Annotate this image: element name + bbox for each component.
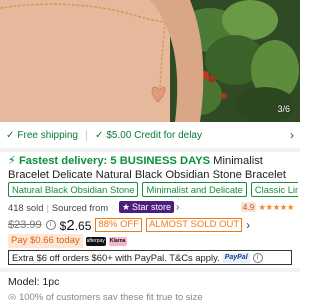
- afterpay-logo: afterpay: [85, 236, 106, 246]
- fit-note: ◎ 100% of customers say these fit true t…: [8, 292, 203, 300]
- price-row: $23.99 i $2.65 88% OFF ALMOST SOLD OUT ›: [8, 217, 298, 234]
- fit-text: 100% of customers say these fit true to …: [18, 292, 203, 300]
- star-store-badge[interactable]: ★ Star store: [118, 201, 175, 213]
- shipping-strip[interactable]: ✓ Free shipping ✓ $5.00 Credit for delay…: [0, 126, 300, 144]
- price-integer: 2: [66, 216, 75, 234]
- info-icon[interactable]: i: [252, 252, 263, 263]
- sales-meta: 418 sold | Sourced from ◌ ★ Star store ›…: [8, 200, 294, 214]
- feature-tags: Natural Black Obsidian Stone Minimalist …: [8, 182, 298, 198]
- info-icon[interactable]: i: [45, 220, 56, 230]
- fit-icon: ◎: [8, 292, 17, 300]
- section-divider: [0, 268, 300, 272]
- chevron-right-icon[interactable]: ›: [290, 128, 294, 142]
- free-shipping-label: Free shipping: [17, 129, 78, 141]
- check-icon: ✓: [94, 129, 104, 141]
- product-photo: [0, 0, 300, 122]
- discount-badge: 88% OFF: [95, 218, 143, 232]
- product-title: ⚡ Fastest delivery: 5 BUSINESS DAYS Mini…: [8, 154, 294, 182]
- image-counter: 3/6: [277, 104, 290, 114]
- delay-credit-label: $5.00 Credit for delay: [106, 129, 202, 141]
- star-icon: ★: [121, 202, 131, 212]
- tag-chip[interactable]: Minimalist and Delicate: [142, 182, 247, 197]
- paypal-offer[interactable]: Extra $6 off orders $60+ with PayPal. T&…: [8, 250, 292, 265]
- delay-credit: ✓ $5.00 Credit for delay: [95, 130, 202, 141]
- divider: [85, 129, 87, 141]
- free-shipping: ✓ Free shipping: [6, 130, 78, 141]
- section-divider: [0, 148, 300, 152]
- paypal-logo: PayPal: [222, 252, 250, 263]
- model-selector-label: Model: 1pc: [8, 276, 60, 288]
- source-logo-icon: ◌: [111, 202, 116, 212]
- chevron-right-icon[interactable]: ›: [246, 218, 250, 232]
- tag-chip[interactable]: Natural Black Obsidian Stone: [8, 182, 139, 197]
- chevron-right-icon[interactable]: ›: [176, 202, 179, 213]
- sourced-from-label: Sourced from: [51, 201, 109, 213]
- divider: |: [46, 201, 49, 213]
- installment-row[interactable]: Pay $0.66 today afterpay Klarna: [8, 234, 294, 248]
- check-icon: ✓: [6, 129, 15, 141]
- sold-count: 418 sold: [8, 201, 44, 213]
- price-decimal: .65: [74, 218, 92, 233]
- klarna-logo: Klarna: [108, 236, 127, 246]
- pay-today-label: Pay $0.66 today: [8, 234, 83, 248]
- star-rating-icon: ★★★★★: [258, 201, 294, 212]
- fast-delivery-label: Fastest delivery: 5 BUSINESS DAYS: [18, 155, 211, 167]
- paypal-offer-text: Extra $6 off orders $60+ with PayPal. T&…: [12, 252, 220, 263]
- rating-value: 4.9: [240, 202, 257, 212]
- original-price: $23.99: [8, 219, 42, 231]
- lightning-icon: ⚡: [8, 155, 16, 167]
- rating[interactable]: 4.9 ★★★★★: [240, 201, 294, 213]
- star-store-label: Star store: [132, 202, 172, 212]
- current-price: $2.65: [60, 217, 92, 234]
- tag-chip[interactable]: Classic Link: [250, 182, 298, 197]
- product-image[interactable]: 3/6: [0, 0, 300, 122]
- stock-badge: ALMOST SOLD OUT: [146, 218, 243, 232]
